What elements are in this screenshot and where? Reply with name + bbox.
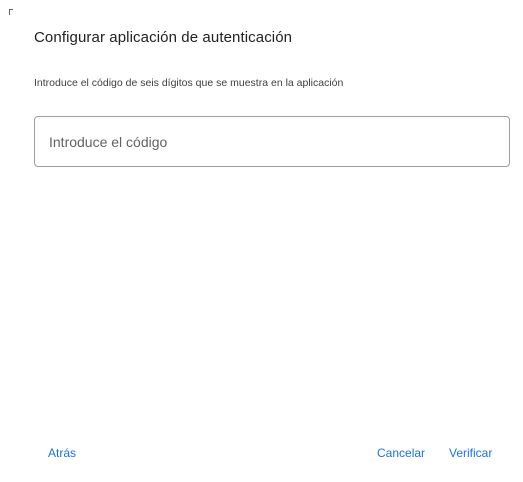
authenticator-setup-dialog: Configurar aplicación de autenticación I…: [0, 0, 523, 482]
dialog-instructions: Introduce el código de seis dígitos que …: [34, 77, 344, 89]
back-button[interactable]: Atrás: [48, 442, 76, 464]
dialog-title: Configurar aplicación de autenticación: [34, 29, 293, 46]
verification-code-input[interactable]: [34, 116, 510, 167]
verify-button[interactable]: Verificar: [449, 442, 492, 464]
cancel-button[interactable]: Cancelar: [377, 442, 425, 464]
corner-mark-icon: [9, 9, 13, 15]
